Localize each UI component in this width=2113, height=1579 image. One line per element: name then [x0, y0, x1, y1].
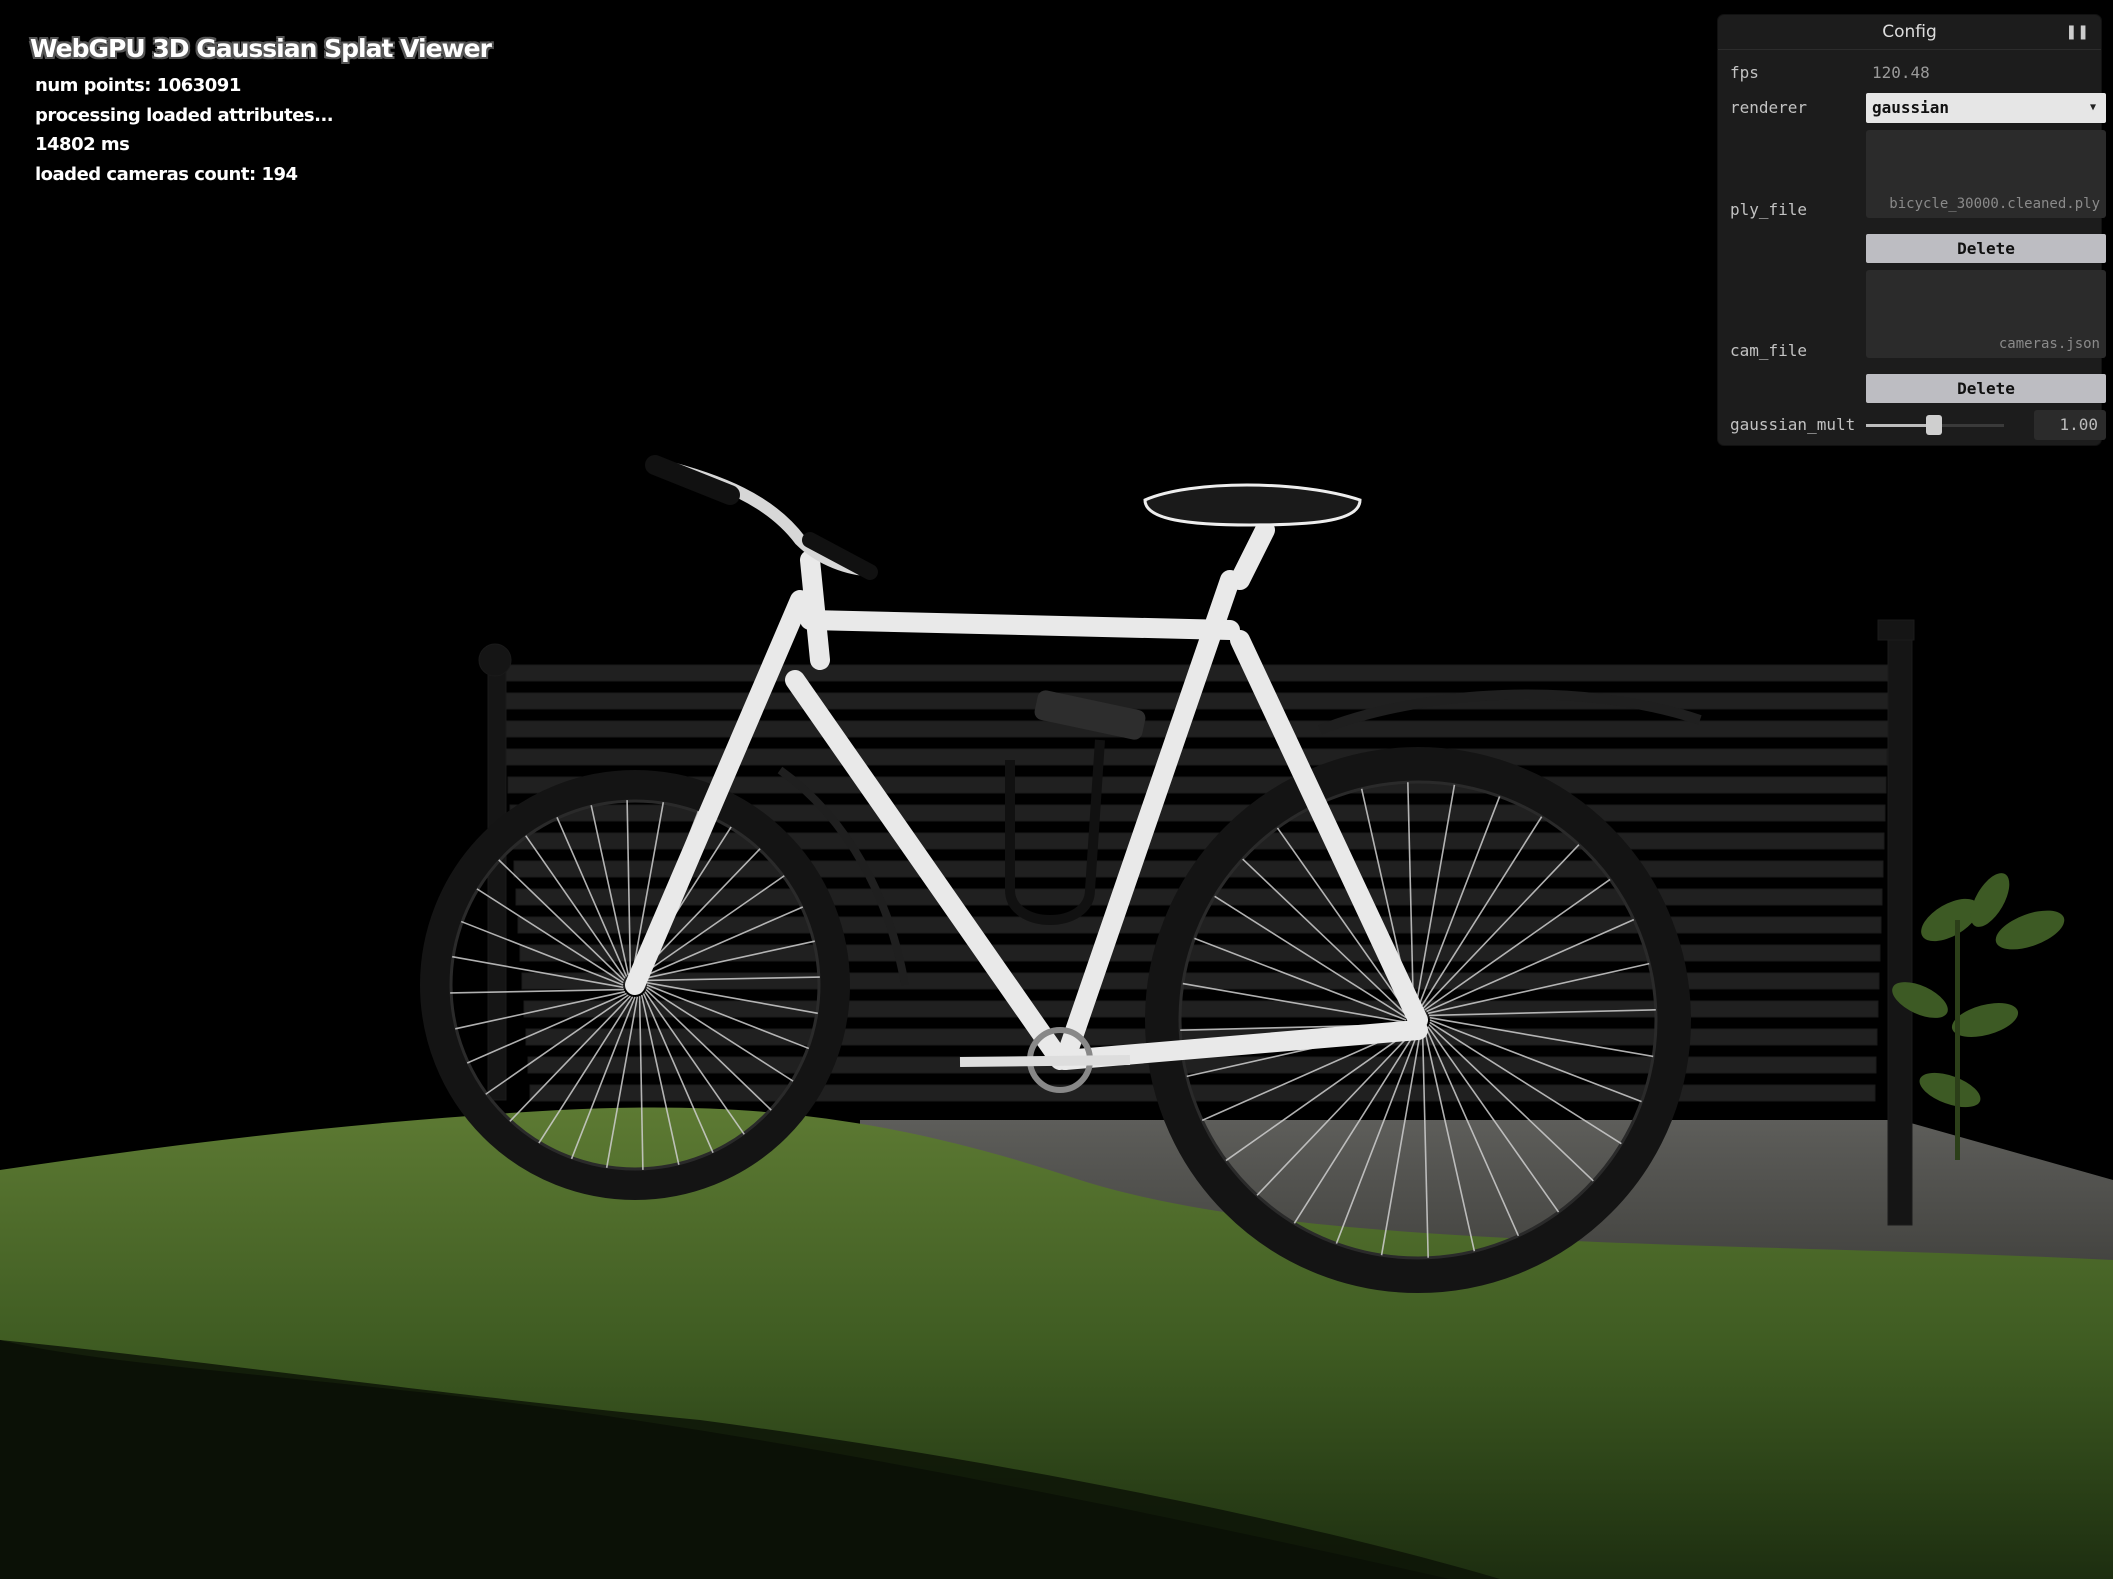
ply-delete-row: Delete — [1730, 234, 2106, 263]
renderer-select[interactable]: gaussian ▼ — [1866, 93, 2106, 123]
fps-label: fps — [1730, 63, 1759, 82]
renderer-label: renderer — [1730, 98, 1808, 117]
slider-fill — [1866, 424, 1934, 427]
cam-delete-row: Delete — [1730, 374, 2106, 403]
cameras-count-text: loaded cameras count: 194 — [35, 163, 298, 185]
collapse-icon[interactable]: ❚❚ — [2066, 15, 2089, 49]
ply-delete-button[interactable]: Delete — [1866, 234, 2106, 263]
cam-file-name: cameras.json — [1998, 336, 2100, 352]
gaussian-mult-row: gaussian_mult 1.00 — [1730, 410, 2106, 440]
renderer-selected-value: gaussian — [1872, 98, 1950, 117]
render-viewport[interactable]: WebGPU 3D Gaussian Splat Viewer num poin… — [0, 0, 2113, 1579]
gaussian-mult-slider[interactable] — [1866, 415, 2004, 435]
ply-file-row: ply_file bicycle_30000.cleaned.ply — [1730, 130, 2106, 219]
ply-file-label: ply_file — [1730, 200, 1808, 219]
saddle — [1143, 483, 1362, 527]
plant — [1892, 873, 2065, 1160]
num-points-text: num points: 1063091 — [35, 75, 241, 96]
bench-slat — [505, 748, 1888, 766]
wheel-spoke — [450, 988, 624, 994]
bench-slat — [503, 720, 1889, 738]
viewer-info-overlay: WebGPU 3D Gaussian Splat Viewer num poin… — [30, 34, 492, 189]
viewer-title: WebGPU 3D Gaussian Splat Viewer — [30, 34, 492, 63]
fps-value: 120.48 — [1872, 63, 1930, 82]
renderer-row: renderer gaussian ▼ — [1730, 93, 2106, 123]
processing-status-text: processing loaded attributes... — [35, 104, 334, 126]
config-header[interactable]: Config ❚❚ — [1718, 15, 2101, 50]
cam-file-label: cam_file — [1730, 341, 1808, 360]
gaussian-mult-input[interactable]: 1.00 — [2034, 410, 2106, 440]
load-time-text: 14802 ms — [35, 134, 130, 155]
config-panel: Config ❚❚ fps 120.48 renderer gaussian ▼… — [1718, 15, 2106, 445]
cam-file-dropzone[interactable]: cameras.json — [1866, 270, 2106, 358]
cam-file-row: cam_file cameras.json — [1730, 270, 2106, 360]
fps-row: fps 120.48 — [1730, 58, 2095, 88]
slider-thumb[interactable] — [1925, 415, 1942, 435]
ply-file-dropzone[interactable]: bicycle_30000.cleaned.ply — [1866, 130, 2106, 218]
cam-delete-button[interactable]: Delete — [1866, 374, 2106, 403]
chevron-down-icon: ▼ — [2089, 102, 2096, 113]
gaussian-mult-label: gaussian_mult — [1730, 415, 1856, 434]
ply-file-name: bicycle_30000.cleaned.ply — [1889, 196, 2100, 212]
config-title: Config — [1882, 22, 1937, 42]
